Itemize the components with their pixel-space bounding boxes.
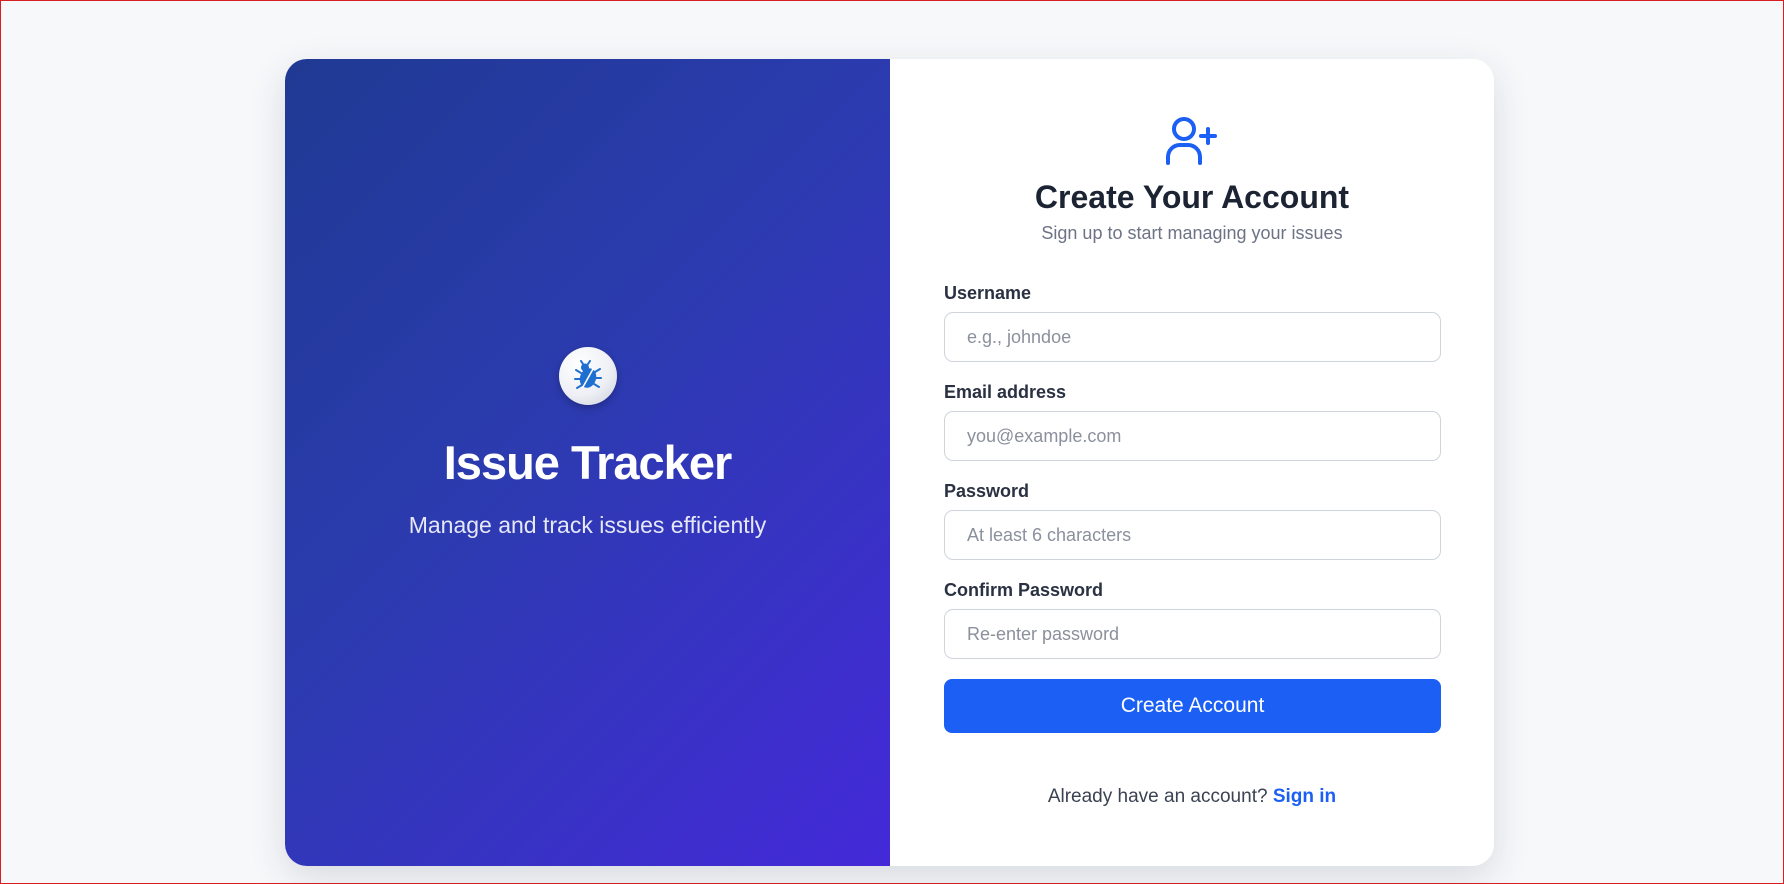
confirm-password-input[interactable] — [944, 609, 1441, 659]
email-label: Email address — [944, 382, 1067, 402]
signin-prompt: Already have an account? Sign in — [890, 786, 1494, 808]
create-account-button[interactable]: Create Account — [944, 679, 1441, 733]
signup-header: Create Your Account Sign up to start man… — [890, 59, 1494, 244]
signup-card: Issue Tracker Manage and track issues ef… — [285, 59, 1494, 866]
username-input[interactable] — [944, 312, 1441, 362]
signin-prompt-text: Already have an account? — [1047, 786, 1268, 807]
brand-title: Issue Tracker — [443, 435, 732, 489]
password-input[interactable] — [944, 510, 1441, 560]
username-field-group: Username — [944, 283, 1441, 362]
email-input[interactable] — [944, 411, 1441, 461]
page-subtitle: Sign up to start managing your issues — [1041, 223, 1343, 243]
password-field-group: Password — [944, 481, 1441, 560]
email-field-group: Email address — [944, 382, 1441, 461]
signup-form-panel: Create Your Account Sign up to start man… — [890, 59, 1494, 866]
bug-icon — [573, 359, 602, 389]
user-plus-icon — [1166, 117, 1217, 165]
brand-logo — [558, 346, 617, 405]
password-label: Password — [944, 481, 1030, 501]
page-title: Create Your Account — [1034, 179, 1350, 215]
username-label: Username — [944, 283, 1032, 303]
brand-subtitle: Manage and track issues efficiently — [408, 511, 767, 538]
confirm-password-label: Confirm Password — [944, 580, 1104, 600]
signup-form: Username Email address Password Confirm … — [944, 283, 1441, 733]
brand-panel: Issue Tracker Manage and track issues ef… — [285, 59, 890, 866]
confirm-password-field-group: Confirm Password — [944, 580, 1441, 659]
signin-link[interactable]: Sign in — [1273, 786, 1336, 807]
